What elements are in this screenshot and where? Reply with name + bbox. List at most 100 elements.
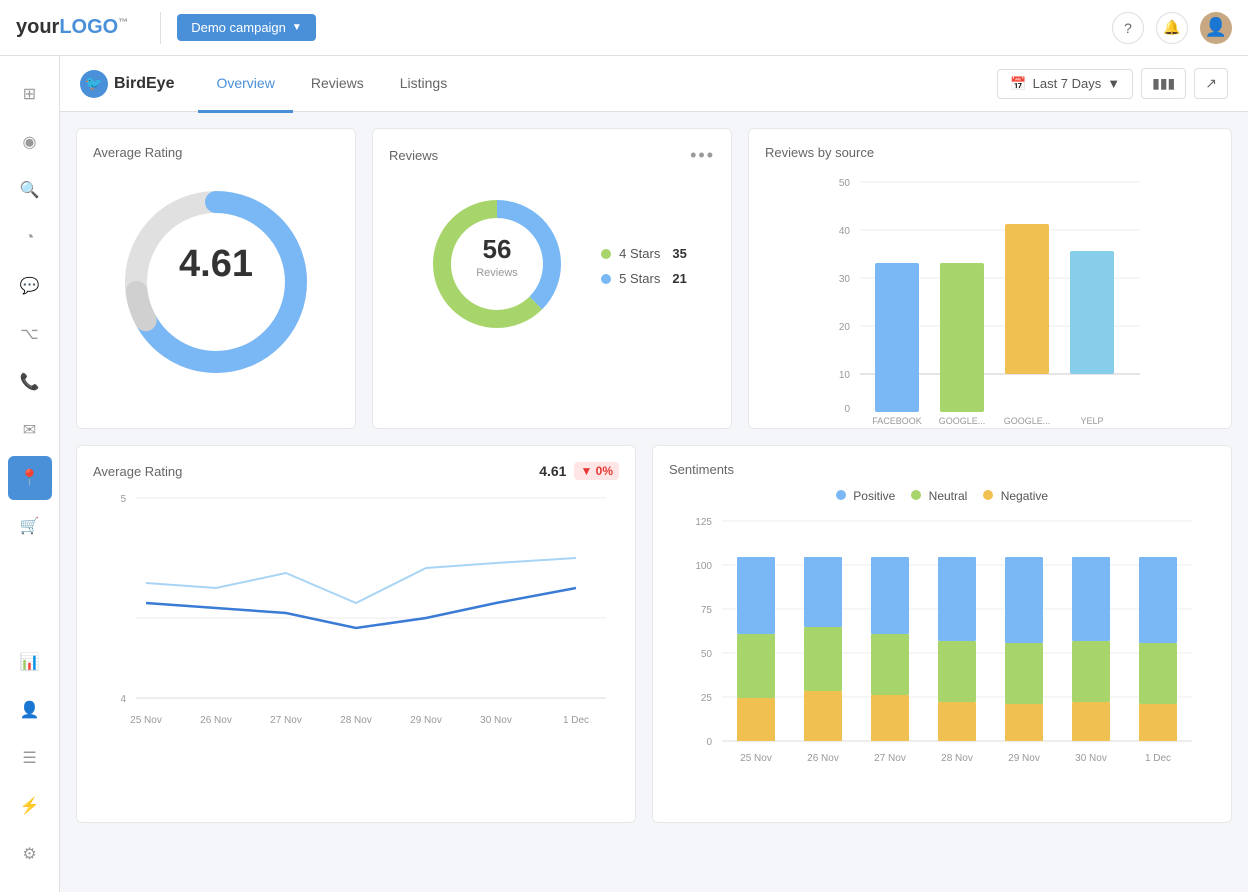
bottom-row: Average Rating 4.61 ▼ 0% bbox=[76, 445, 1232, 823]
share-icon: ↗ bbox=[1205, 75, 1217, 91]
svg-text:27 Nov: 27 Nov bbox=[270, 715, 302, 726]
main-layout: ⊞ ◉ 🔍 ◔ 💬 ⌥ 📞 ✉ 📍 🛒 📊 👤 ☰ ⚡ ⚙ 🐦 BirdEye … bbox=[0, 56, 1248, 892]
tab-overview[interactable]: Overview bbox=[198, 57, 292, 113]
sidebar-item-location[interactable]: 📍 bbox=[8, 456, 52, 500]
reviews-legend: 4 Stars 35 5 Stars 21 bbox=[601, 246, 687, 286]
reviews-title-row: Reviews ••• bbox=[389, 145, 715, 166]
sidebar-item-list[interactable]: ☰ bbox=[8, 736, 52, 780]
avg-rating-title: Average Rating bbox=[93, 145, 339, 160]
sentiments-title: Sentiments bbox=[669, 462, 1215, 477]
reviews-by-source-title: Reviews by source bbox=[765, 145, 1215, 160]
location-icon: 📍 bbox=[20, 468, 40, 488]
sidebar-item-analytics[interactable]: ◔ bbox=[8, 216, 52, 260]
sub-nav-tabs: Overview Reviews Listings bbox=[198, 56, 465, 112]
svg-text:0: 0 bbox=[706, 737, 712, 748]
tab-listings[interactable]: Listings bbox=[382, 57, 465, 113]
bar-chart-svg: 50 40 30 20 10 0 FACEBOOK GOOGLE... bbox=[765, 172, 1215, 432]
top-row: Average Rating 4.61 bbox=[76, 128, 1232, 429]
svg-text:26 Nov: 26 Nov bbox=[200, 715, 232, 726]
chat-icon: 💬 bbox=[20, 276, 40, 296]
bar5-neu bbox=[1005, 643, 1043, 704]
line-chart-svg: 5 4 25 Nov 26 Nov 27 Nov 28 Nov 29 Nov bbox=[93, 488, 619, 748]
avg-rating-line-card: Average Rating 4.61 ▼ 0% bbox=[76, 445, 636, 823]
home-icon: ⊞ bbox=[23, 84, 36, 104]
svg-text:30: 30 bbox=[839, 274, 851, 285]
sidebar-item-settings[interactable]: ⚙ bbox=[8, 832, 52, 876]
dashboard-icon: ◉ bbox=[23, 132, 37, 152]
bar2-pos bbox=[804, 557, 842, 627]
notification-button[interactable]: 🔔 bbox=[1156, 12, 1188, 44]
sentiments-chart-svg: 125 100 75 50 25 0 bbox=[669, 511, 1215, 801]
bar-google1 bbox=[940, 263, 984, 412]
reviews-donut-svg: 56 Reviews bbox=[417, 184, 577, 344]
sidebar-item-mail[interactable]: ✉ bbox=[8, 408, 52, 452]
bar4-neu bbox=[938, 641, 976, 702]
svg-text:25 Nov: 25 Nov bbox=[130, 715, 162, 726]
date-filter-label: Last 7 Days bbox=[1033, 76, 1102, 91]
sidebar-item-phone[interactable]: 📞 bbox=[8, 360, 52, 404]
demo-campaign-label: Demo campaign bbox=[191, 20, 286, 35]
top-nav-right: ? 🔔 👤 bbox=[1112, 12, 1232, 44]
reviews-donut: 56 Reviews bbox=[417, 184, 577, 349]
bar4-pos bbox=[938, 557, 976, 641]
line-upper bbox=[146, 558, 576, 603]
calendar-icon: 📅 bbox=[1010, 76, 1026, 92]
4stars-dot bbox=[601, 249, 611, 259]
dashboard: Average Rating 4.61 bbox=[60, 112, 1248, 892]
bar3-pos bbox=[871, 557, 909, 634]
avg-rating-line-value: 4.61 bbox=[539, 463, 566, 479]
logo-tm: ™ bbox=[118, 17, 128, 28]
logo: yourLOGO™ bbox=[16, 16, 128, 39]
sidebar-item-chat[interactable]: 💬 bbox=[8, 264, 52, 308]
more-options-button[interactable]: ••• bbox=[690, 145, 715, 166]
chart-view-button[interactable]: ▮▮▮ bbox=[1141, 68, 1186, 99]
reviews-by-source-chart: 50 40 30 20 10 0 FACEBOOK GOOGLE... bbox=[765, 172, 1215, 412]
bar3-neu bbox=[871, 634, 909, 695]
sidebar-item-report[interactable]: 📊 bbox=[8, 640, 52, 684]
svg-text:5: 5 bbox=[120, 494, 126, 505]
demo-campaign-button[interactable]: Demo campaign ▼ bbox=[177, 14, 316, 41]
svg-text:4.61: 4.61 bbox=[179, 243, 253, 285]
birdeye-icon: 🐦 bbox=[80, 70, 108, 98]
svg-text:4: 4 bbox=[120, 694, 126, 705]
line-card-values: 4.61 ▼ 0% bbox=[539, 462, 619, 480]
top-nav: yourLOGO™ Demo campaign ▼ ? 🔔 👤 bbox=[0, 0, 1248, 56]
sub-nav: 🐦 BirdEye Overview Reviews Listings 📅 La… bbox=[60, 56, 1248, 112]
sidebar-item-funnel[interactable]: ⌥ bbox=[8, 312, 52, 356]
logo-highlight: LOGO bbox=[59, 16, 118, 38]
date-filter-button[interactable]: 📅 Last 7 Days ▼ bbox=[997, 69, 1133, 99]
sidebar-item-user[interactable]: 👤 bbox=[8, 688, 52, 732]
svg-text:GOOGLE...: GOOGLE... bbox=[1004, 416, 1051, 426]
svg-text:1 Dec: 1 Dec bbox=[1145, 753, 1171, 764]
bar1-neu bbox=[737, 634, 775, 698]
bar3-neg bbox=[871, 695, 909, 741]
sentiments-card: Sentiments Positive Neutral Negative bbox=[652, 445, 1232, 823]
share-button[interactable]: ↗ bbox=[1194, 68, 1228, 99]
sentiment-legend: Positive Neutral Negative bbox=[669, 489, 1215, 503]
brand-logo: 🐦 BirdEye bbox=[80, 70, 174, 98]
bar6-neu bbox=[1072, 641, 1110, 702]
user-icon: 👤 bbox=[20, 700, 40, 720]
svg-text:20: 20 bbox=[839, 322, 851, 333]
sidebar-item-dashboard[interactable]: ◉ bbox=[8, 120, 52, 164]
help-button[interactable]: ? bbox=[1112, 12, 1144, 44]
avg-rating-change-badge: ▼ 0% bbox=[574, 462, 619, 480]
line-card-header: Average Rating 4.61 ▼ 0% bbox=[93, 462, 619, 480]
sidebar-item-cart[interactable]: 🛒 bbox=[8, 504, 52, 548]
tab-reviews[interactable]: Reviews bbox=[293, 57, 382, 113]
sidebar-item-search[interactable]: 🔍 bbox=[8, 168, 52, 212]
svg-text:28 Nov: 28 Nov bbox=[340, 715, 372, 726]
negative-dot bbox=[983, 490, 993, 500]
sidebar-item-home[interactable]: ⊞ bbox=[8, 72, 52, 116]
svg-text:50: 50 bbox=[701, 649, 713, 660]
sidebar-item-plugin[interactable]: ⚡ bbox=[8, 784, 52, 828]
reviews-inner: 56 Reviews 4 Stars 35 bbox=[389, 166, 715, 366]
svg-text:27 Nov: 27 Nov bbox=[874, 753, 906, 764]
svg-text:Reviews: Reviews bbox=[476, 267, 518, 279]
line-lower bbox=[146, 588, 576, 628]
chevron-down-icon: ▼ bbox=[292, 22, 302, 33]
svg-text:25: 25 bbox=[701, 693, 713, 704]
bar-yelp bbox=[1070, 251, 1114, 374]
avatar[interactable]: 👤 bbox=[1200, 12, 1232, 44]
bar-facebook bbox=[875, 263, 919, 412]
